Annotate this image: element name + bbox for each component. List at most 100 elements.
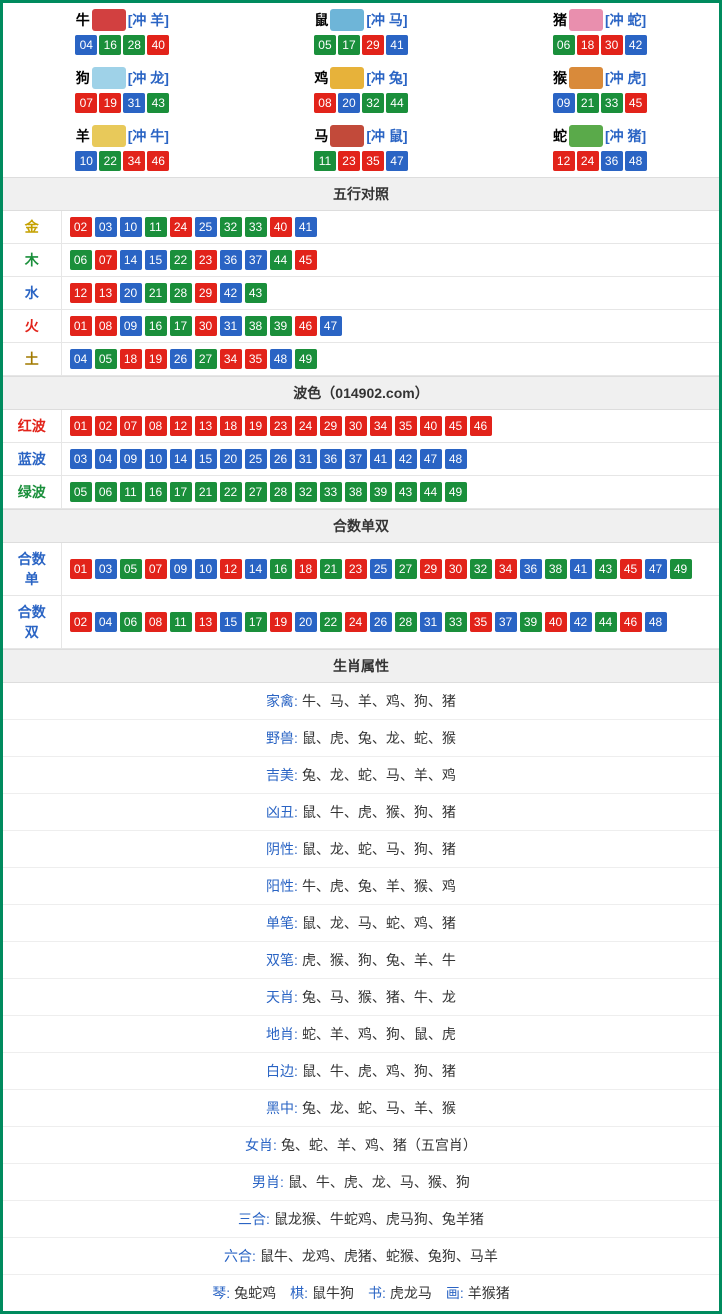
number-ball: 44: [270, 250, 292, 270]
number-ball: 40: [270, 217, 292, 237]
number-ball: 33: [320, 482, 342, 502]
attr-value: 羊猴猪: [468, 1285, 510, 1301]
number-ball: 05: [95, 349, 117, 369]
number-ball: 32: [220, 217, 242, 237]
attr-row: 野兽:鼠、虎、兔、龙、蛇、猴: [3, 720, 719, 757]
row-label: 土: [3, 343, 61, 376]
number-ball: 04: [70, 349, 92, 369]
row-balls: 02031011242532334041: [61, 211, 719, 244]
table-row: 合数单0103050709101214161821232527293032343…: [3, 543, 719, 596]
shuxing-list: 家禽:牛、马、羊、鸡、狗、猪野兽:鼠、虎、兔、龙、蛇、猴吉美:兔、龙、蛇、马、羊…: [3, 683, 719, 1275]
number-ball: 42: [625, 35, 647, 55]
number-ball: 43: [395, 482, 417, 502]
number-ball: 38: [245, 316, 267, 336]
number-ball: 42: [395, 449, 417, 469]
number-ball: 09: [553, 93, 575, 113]
row-balls: 0108091617303138394647: [61, 310, 719, 343]
number-ball: 26: [170, 349, 192, 369]
attr-value: 兔、马、猴、猪、牛、龙: [302, 989, 456, 1005]
number-ball: 31: [420, 612, 442, 632]
number-ball: 48: [270, 349, 292, 369]
number-ball: 08: [95, 316, 117, 336]
attr-value: 兔、龙、蛇、马、羊、猴: [302, 1100, 456, 1116]
row-label: 合数单: [3, 543, 61, 596]
attr-value: 鼠、牛、虎、龙、马、猴、狗: [288, 1174, 470, 1190]
number-ball: 42: [570, 612, 592, 632]
number-ball: 22: [99, 151, 121, 171]
number-ball: 16: [99, 35, 121, 55]
number-ball: 45: [625, 93, 647, 113]
row-balls: 0204060811131517192022242628313335373940…: [61, 596, 719, 649]
table-row: 土04051819262734354849: [3, 343, 719, 376]
number-ball: 27: [245, 482, 267, 502]
number-ball: 17: [245, 612, 267, 632]
attr-key: 单笔:: [266, 915, 298, 931]
number-ball: 07: [145, 559, 167, 579]
zodiac-cell: 鸡[冲 兔]08203244: [242, 61, 481, 119]
number-ball: 06: [120, 612, 142, 632]
zodiac-name: 狗: [76, 68, 90, 88]
attr-value: 兔、蛇、羊、鸡、猪（五宫肖）: [281, 1137, 477, 1153]
number-ball: 25: [245, 449, 267, 469]
number-ball: 12: [553, 151, 575, 171]
row-balls: 1213202128294243: [61, 277, 719, 310]
zodiac-chong: [冲 猪]: [605, 126, 646, 146]
attr-row: 白边:鼠、牛、虎、鸡、狗、猪: [3, 1053, 719, 1090]
row-balls: 0103050709101214161821232527293032343638…: [61, 543, 719, 596]
number-ball: 29: [362, 35, 384, 55]
number-ball: 37: [495, 612, 517, 632]
attr-value: 虎、猴、狗、兔、羊、牛: [302, 952, 456, 968]
table-row: 水1213202128294243: [3, 277, 719, 310]
attr-row: 男肖:鼠、牛、虎、龙、马、猴、狗: [3, 1164, 719, 1201]
number-ball: 28: [170, 283, 192, 303]
zodiac-chong: [冲 羊]: [128, 10, 169, 30]
number-ball: 36: [520, 559, 542, 579]
attr-key: 男肖:: [252, 1174, 284, 1190]
number-ball: 46: [620, 612, 642, 632]
number-ball: 21: [195, 482, 217, 502]
attr-key: 三合:: [238, 1211, 270, 1227]
number-ball: 17: [170, 482, 192, 502]
attr-value: 鼠、虎、兔、龙、蛇、猴: [302, 730, 456, 746]
number-ball: 27: [395, 559, 417, 579]
attr-value: 蛇、羊、鸡、狗、鼠、虎: [302, 1026, 456, 1042]
zodiac-cell: 牛[冲 羊]04162840: [3, 3, 242, 61]
attr-key: 白边:: [266, 1063, 298, 1079]
zodiac-icon: [569, 9, 603, 31]
number-ball: 40: [420, 416, 442, 436]
zodiac-icon: [330, 125, 364, 147]
section-header-shuxing: 生肖属性: [3, 649, 719, 683]
number-ball: 38: [345, 482, 367, 502]
number-ball: 06: [70, 250, 92, 270]
number-ball: 22: [220, 482, 242, 502]
number-ball: 40: [545, 612, 567, 632]
zodiac-grid: 牛[冲 羊]04162840鼠[冲 马]05172941猪[冲 蛇]061830…: [3, 3, 719, 177]
attr-row: 黑中:兔、龙、蛇、马、羊、猴: [3, 1090, 719, 1127]
attr-row: 家禽:牛、马、羊、鸡、狗、猪: [3, 683, 719, 720]
attr-key: 书:: [368, 1285, 386, 1301]
number-ball: 18: [577, 35, 599, 55]
number-ball: 29: [420, 559, 442, 579]
table-row: 金02031011242532334041: [3, 211, 719, 244]
number-ball: 35: [470, 612, 492, 632]
number-ball: 07: [75, 93, 97, 113]
zodiac-cell: 羊[冲 牛]10223446: [3, 119, 242, 177]
attr-key: 天肖:: [266, 989, 298, 1005]
number-ball: 31: [123, 93, 145, 113]
number-ball: 12: [70, 283, 92, 303]
number-ball: 47: [320, 316, 342, 336]
number-ball: 35: [362, 151, 384, 171]
number-ball: 03: [70, 449, 92, 469]
zodiac-chong: [冲 马]: [366, 10, 407, 30]
number-ball: 25: [370, 559, 392, 579]
number-ball: 23: [338, 151, 360, 171]
number-ball: 06: [95, 482, 117, 502]
number-ball: 36: [601, 151, 623, 171]
number-ball: 20: [220, 449, 242, 469]
wuxing-table: 金02031011242532334041木060714152223363744…: [3, 211, 719, 376]
number-ball: 39: [370, 482, 392, 502]
number-ball: 41: [295, 217, 317, 237]
number-ball: 15: [220, 612, 242, 632]
bose-table: 红波0102070812131819232429303435404546蓝波03…: [3, 410, 719, 509]
number-ball: 36: [320, 449, 342, 469]
